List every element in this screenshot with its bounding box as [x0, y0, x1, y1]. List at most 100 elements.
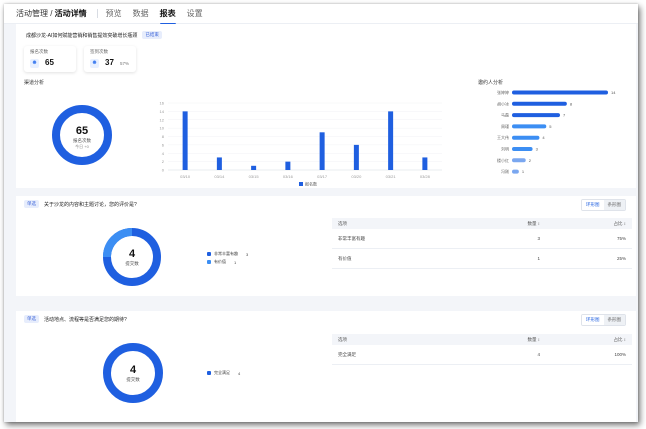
stat-percent: 57%	[120, 61, 130, 66]
cell-option: 完全满足	[338, 351, 356, 357]
bar-value-label: 7	[563, 113, 566, 118]
question-type-tag: 单选	[24, 315, 39, 323]
question-2-donut: 4 提交数	[103, 343, 163, 403]
toggle-donut[interactable]: 环形图	[582, 200, 604, 210]
y-tick-label: 6	[162, 142, 165, 147]
bar[interactable]	[285, 161, 291, 170]
channel-donut-label: 报名次数	[73, 137, 91, 144]
donut-label: 提交数	[126, 376, 140, 383]
bar-value-label: 5	[549, 124, 552, 129]
bar-value-label: 4	[542, 135, 545, 140]
legend-swatch	[207, 371, 211, 375]
bar[interactable]	[512, 90, 608, 95]
header-divider	[96, 9, 98, 18]
breadcrumb: 活动管理 / 活动详情	[16, 8, 87, 19]
stat-card-registrations: 报名次数 ☻ 65	[24, 46, 76, 72]
cell-percent: 25%	[616, 256, 626, 261]
toggle-donut[interactable]: 环形图	[582, 315, 604, 325]
column-percent[interactable]: 占比 ↕	[542, 221, 632, 227]
question-card-1: 单选 关于沙龙的内容和主题讨论，您的评价是? 环形图 条形图 4 提交数 非常丰…	[16, 196, 636, 296]
bar[interactable]	[319, 132, 325, 170]
category-label: 马磊	[501, 112, 509, 118]
y-tick-label: 4	[162, 151, 165, 156]
bar[interactable]	[353, 144, 359, 170]
answers-table: 选项 数量 ↕ 占比 ↕ 完全满足 4 100%	[332, 334, 632, 365]
legend-swatch	[207, 252, 211, 256]
legend-value: 3	[246, 251, 249, 257]
app-window: 活动管理 / 活动详情 预览 数据 报表 设置 成都沙龙-AI如何赋能营销和销售…	[4, 4, 638, 422]
legend-item: 非常丰富有趣 3	[207, 251, 248, 257]
event-title-row: 成都沙龙-AI如何赋能营销和销售提效突破增长瓶颈 已结束	[26, 31, 162, 39]
category-label: 楼小红	[497, 157, 509, 163]
bar[interactable]	[512, 124, 547, 129]
breadcrumb-parent[interactable]: 活动管理	[16, 9, 48, 18]
y-tick-label: 10	[160, 126, 165, 131]
breadcrumb-current: 活动详情	[54, 9, 87, 18]
stat-card-checkins: 签到次数 ☻ 37 57%	[84, 46, 136, 72]
x-tick-label: 03/17	[317, 174, 328, 179]
breadcrumb-separator: /	[48, 9, 55, 18]
legend-label: 完全满足	[214, 370, 230, 375]
bar-value-label: 3	[536, 147, 539, 152]
chart-type-toggle: 环形图 条形图	[581, 314, 626, 326]
stat-label: 签到次数	[90, 49, 108, 54]
y-tick-label: 0	[162, 168, 165, 173]
bar[interactable]	[512, 147, 533, 151]
top-header: 活动管理 / 活动详情 预览 数据 报表 设置	[4, 4, 638, 25]
toggle-bar[interactable]: 条形图	[603, 315, 625, 325]
y-tick-label: 14	[160, 109, 165, 114]
column-count[interactable]: 数量 ↕	[472, 337, 542, 343]
table-header: 选项 数量 ↕ 占比 ↕	[332, 218, 632, 229]
donut-value: 4	[130, 364, 137, 376]
channel-analysis-label: 渠道分析	[24, 80, 45, 86]
category-label: 胡小冰	[497, 100, 509, 106]
table-header: 选项 数量 ↕ 占比 ↕	[332, 334, 632, 345]
column-option: 选项	[338, 336, 347, 342]
channel-donut: 65 报名次数 今日 +0	[52, 105, 112, 165]
bar[interactable]	[512, 101, 567, 106]
tab-preview[interactable]: 预览	[106, 8, 122, 19]
tab-report[interactable]: 报表	[159, 8, 176, 25]
bar[interactable]	[422, 157, 428, 170]
question-header: 单选 关于沙龙的内容和主题讨论，您的评价是?	[24, 200, 137, 208]
referrer-analysis-label: 邀约人分析	[478, 80, 504, 86]
bar[interactable]	[251, 165, 257, 170]
category-label: 张婷婷	[497, 89, 509, 95]
bar[interactable]	[216, 157, 222, 170]
bar[interactable]	[512, 158, 526, 163]
donut-value: 4	[129, 248, 136, 260]
bar[interactable]	[182, 111, 188, 170]
bar-value-label: 8	[570, 101, 573, 106]
bar[interactable]	[512, 135, 540, 140]
legend-swatch	[299, 182, 303, 186]
legend-label: 有价值	[214, 259, 226, 264]
x-tick-label: 03/28	[420, 174, 431, 179]
cell-percent: 100%	[614, 352, 626, 357]
question-text: 关于沙龙的内容和主题讨论，您的评价是?	[44, 201, 137, 208]
stat-value: 37	[105, 58, 114, 67]
bar[interactable]	[388, 111, 394, 170]
user-icon: ☻	[30, 59, 39, 68]
x-tick-label: 03/14	[214, 174, 225, 179]
tab-data[interactable]: 数据	[133, 8, 149, 19]
donut-label: 提交数	[125, 260, 139, 267]
legend-item: 有价值 1	[207, 259, 236, 265]
category-label: 冯刚	[501, 168, 509, 174]
cell-count: 3	[537, 236, 540, 241]
chart-type-toggle: 环形图 条形图	[581, 199, 626, 211]
table-row: 非常丰富有趣 3 75%	[332, 229, 632, 249]
bar[interactable]	[512, 169, 519, 174]
cell-option: 非常丰富有趣	[338, 235, 365, 241]
tab-settings[interactable]: 设置	[187, 8, 203, 19]
cell-count: 1	[537, 256, 540, 261]
legend-item: 完全满足 4	[207, 370, 240, 376]
cell-option: 有价值	[338, 255, 352, 261]
y-tick-label: 2	[162, 159, 165, 164]
bar[interactable]	[512, 113, 560, 118]
column-percent[interactable]: 占比 ↕	[542, 337, 632, 343]
question-text: 活动地点、流程等是否满足您的期待?	[44, 316, 127, 323]
column-count[interactable]: 数量 ↕	[472, 221, 542, 227]
cell-percent: 75%	[616, 236, 626, 241]
toggle-bar[interactable]: 条形图	[603, 200, 625, 210]
legend-value: 4	[238, 370, 241, 376]
